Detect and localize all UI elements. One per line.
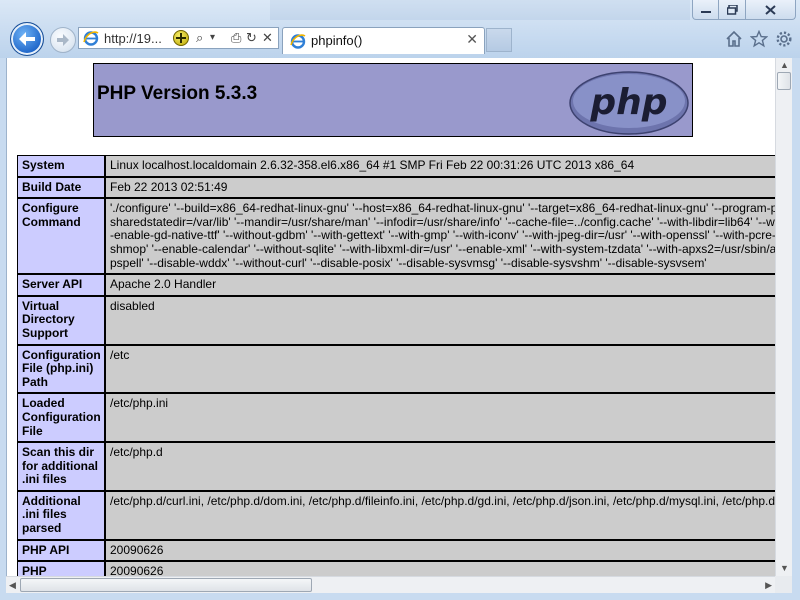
minimize-button[interactable] <box>692 0 719 20</box>
row-value: Apache 2.0 Handler <box>105 274 776 296</box>
row-key: System <box>17 155 105 177</box>
row-key: Server API <box>17 274 105 296</box>
row-value: 20090626 <box>105 539 776 562</box>
page-content: PHP Version 5.3.3 php System Linux localh… <box>6 58 776 576</box>
rss-feed-icon[interactable]: ⎙ <box>231 31 241 45</box>
restore-icon <box>726 4 738 15</box>
settings-gear-icon[interactable] <box>775 30 793 48</box>
row-key: Scan this dir for additional .ini files <box>17 442 105 491</box>
refresh-icon[interactable]: ↻ <box>246 31 257 45</box>
row-key: Loaded Configuration File <box>17 393 105 443</box>
scroll-up-icon[interactable]: ▲ <box>780 60 789 70</box>
row-key: Virtual Directory Support <box>17 295 105 345</box>
close-icon <box>765 4 776 15</box>
table-row: Configuration File (php.ini) Path/etc <box>17 344 776 394</box>
address-bar[interactable]: http://19... ⌕ ▾ ⎙ ↻ ✕ <box>78 27 279 49</box>
scrollbar-corner <box>775 576 792 593</box>
search-icon[interactable]: ⌕ <box>196 31 203 45</box>
tab-title: phpinfo() <box>311 33 363 48</box>
row-value: disabled <box>105 295 776 345</box>
ie-page-icon <box>83 31 99 46</box>
row-key: PHP API <box>17 539 105 562</box>
favorites-star-icon[interactable] <box>750 30 768 48</box>
window-controls <box>692 0 796 20</box>
stop-icon[interactable]: ✕ <box>262 31 273 45</box>
row-value: 20090626 <box>105 561 776 576</box>
page-title: PHP Version 5.3.3 <box>97 83 258 104</box>
forward-arrow-icon <box>57 34 69 46</box>
row-value: /etc <box>105 344 776 394</box>
row-value: './configure' '--build=x86_64-redhat-lin… <box>105 198 776 275</box>
row-value: Linux localhost.localdomain 2.6.32-358.e… <box>105 155 776 177</box>
table-row: Virtual Directory Support disabled <box>17 295 776 345</box>
php-logo[interactable]: php <box>569 71 689 135</box>
table-row: PHP 20090626 <box>17 561 776 576</box>
tab-close-icon[interactable]: ✕ <box>466 31 478 48</box>
browser-toolbar: http://19... ⌕ ▾ ⎙ ↻ ✕ phpinfo() ✕ <box>0 0 800 58</box>
scroll-down-icon[interactable]: ▼ <box>780 563 789 573</box>
close-window-button[interactable] <box>746 0 796 20</box>
row-key: Configure Command <box>17 198 105 275</box>
php-version-header: PHP Version 5.3.3 php <box>93 63 693 137</box>
horizontal-scrollbar[interactable]: ◀ ▶ <box>6 576 775 593</box>
tab-phpinfo[interactable]: phpinfo() ✕ <box>282 27 485 54</box>
table-row: Additional .ini files parsed/etc/php.d/c… <box>17 490 776 540</box>
row-key: Build Date <box>17 176 105 199</box>
row-value: Feb 22 2013 02:51:49 <box>105 176 776 199</box>
new-tab-button[interactable] <box>486 28 512 52</box>
table-row: Build Date Feb 22 2013 02:51:49 <box>17 176 776 199</box>
table-row: Configure Command './configure' '--build=… <box>17 198 776 275</box>
maximize-button[interactable] <box>719 0 746 20</box>
table-row: Loaded Configuration File/etc/php.ini <box>17 393 776 443</box>
scroll-right-icon[interactable]: ▶ <box>765 580 772 590</box>
back-button[interactable] <box>10 22 44 56</box>
ie-tab-icon <box>290 34 306 49</box>
home-icon[interactable] <box>725 30 743 48</box>
background-tabs-strip <box>270 0 690 20</box>
vertical-scroll-thumb[interactable] <box>777 72 791 90</box>
row-key: Additional .ini files parsed <box>17 490 105 540</box>
table-row: PHP API 20090626 <box>17 539 776 562</box>
minimize-icon <box>700 10 711 13</box>
table-row: Server API Apache 2.0 Handler <box>17 274 776 296</box>
phpinfo-table: System Linux localhost.localdomain 2.6.32… <box>17 155 776 576</box>
window-frame-bottom <box>0 593 800 600</box>
table-row: Scan this dir for additional .ini files /… <box>17 442 776 491</box>
php-logo-text: php <box>589 82 667 123</box>
compatibility-view-icon[interactable] <box>173 30 189 46</box>
search-dropdown-icon[interactable]: ▾ <box>210 31 215 45</box>
table-row: System Linux localhost.localdomain 2.6.32… <box>17 155 776 177</box>
row-value: /etc/php.d/curl.ini, /etc/php.d/dom.ini,… <box>105 490 776 540</box>
forward-button[interactable] <box>50 27 76 53</box>
horizontal-scroll-thumb[interactable] <box>20 578 312 592</box>
window-frame-left <box>0 58 6 600</box>
row-value: /etc/php.d <box>105 442 776 491</box>
address-url-text[interactable]: http://19... <box>104 31 166 46</box>
vertical-scrollbar[interactable]: ▲ ▼ <box>775 58 792 576</box>
row-key: Configuration File (php.ini) Path <box>17 344 105 394</box>
row-key: PHP <box>17 561 105 576</box>
back-arrow-icon <box>19 32 35 46</box>
window-frame-right <box>792 58 800 600</box>
row-value: /etc/php.ini <box>105 393 776 443</box>
scroll-left-icon[interactable]: ◀ <box>9 580 16 590</box>
